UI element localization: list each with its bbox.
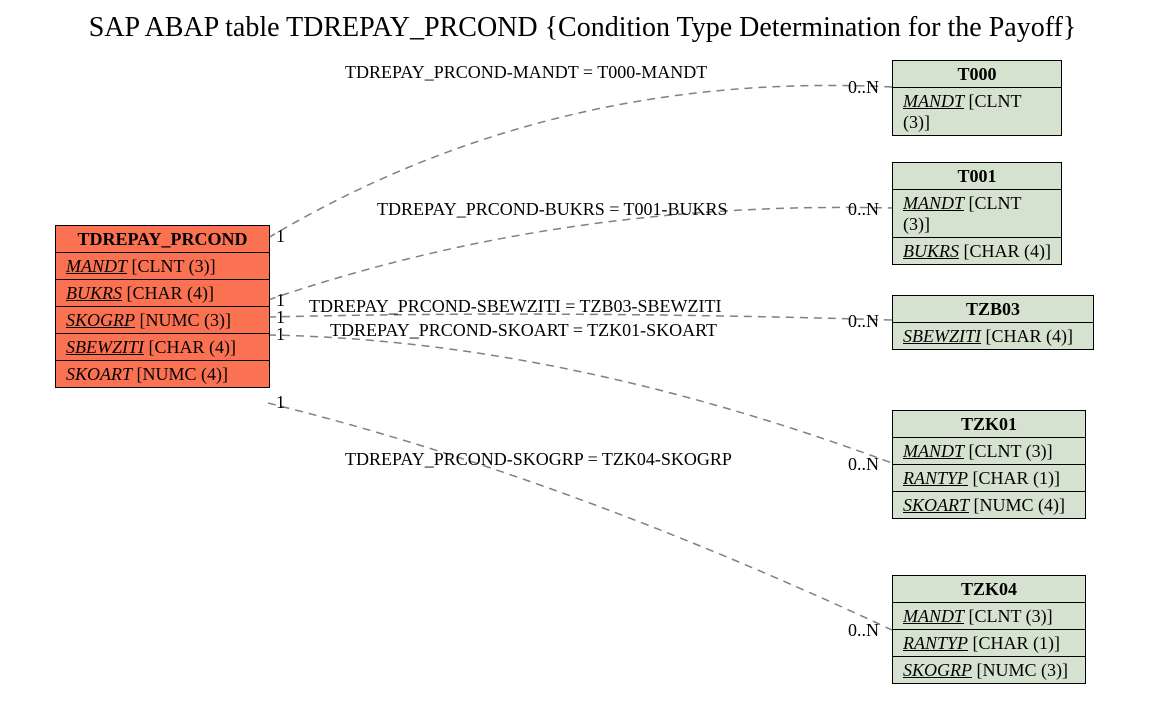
cardinality-right: 0..N bbox=[848, 199, 879, 220]
cardinality-left: 1 bbox=[276, 226, 285, 247]
cardinality-left: 1 bbox=[276, 324, 285, 345]
table-row: RANTYP [CHAR (1)] bbox=[893, 630, 1085, 657]
table-row: BUKRS [CHAR (4)] bbox=[56, 280, 269, 307]
main-table: TDREPAY_PRCOND MANDT [CLNT (3)] BUKRS [C… bbox=[55, 225, 270, 388]
cardinality-right: 0..N bbox=[848, 311, 879, 332]
table-row: MANDT [CLNT (3)] bbox=[56, 253, 269, 280]
table-row: SKOART [NUMC (4)] bbox=[893, 492, 1085, 518]
related-table-t000: T000 MANDT [CLNT (3)] bbox=[892, 60, 1062, 136]
table-row: SKOGRP [NUMC (3)] bbox=[56, 307, 269, 334]
diagram-title: SAP ABAP table TDREPAY_PRCOND {Condition… bbox=[0, 12, 1165, 44]
cardinality-left: 1 bbox=[276, 392, 285, 413]
related-table-name: T000 bbox=[893, 61, 1061, 88]
table-row: SBEWZITI [CHAR (4)] bbox=[56, 334, 269, 361]
table-row: BUKRS [CHAR (4)] bbox=[893, 238, 1061, 264]
relation-label: TDREPAY_PRCOND-SKOART = TZK01-SKOART bbox=[330, 320, 717, 341]
relation-label: TDREPAY_PRCOND-SBEWZITI = TZB03-SBEWZITI bbox=[309, 296, 722, 317]
relation-label: TDREPAY_PRCOND-MANDT = T000-MANDT bbox=[345, 62, 707, 83]
relation-label: TDREPAY_PRCOND-SKOGRP = TZK04-SKOGRP bbox=[345, 449, 732, 470]
related-table-tzk01: TZK01 MANDT [CLNT (3)] RANTYP [CHAR (1)]… bbox=[892, 410, 1086, 519]
related-table-t001: T001 MANDT [CLNT (3)] BUKRS [CHAR (4)] bbox=[892, 162, 1062, 265]
table-row: SBEWZITI [CHAR (4)] bbox=[893, 323, 1093, 349]
related-table-tzb03: TZB03 SBEWZITI [CHAR (4)] bbox=[892, 295, 1094, 350]
table-row: MANDT [CLNT (3)] bbox=[893, 88, 1061, 135]
main-table-name: TDREPAY_PRCOND bbox=[56, 226, 269, 253]
table-row: MANDT [CLNT (3)] bbox=[893, 438, 1085, 465]
table-row: MANDT [CLNT (3)] bbox=[893, 603, 1085, 630]
table-row: SKOART [NUMC (4)] bbox=[56, 361, 269, 387]
table-row: MANDT [CLNT (3)] bbox=[893, 190, 1061, 238]
table-row: RANTYP [CHAR (1)] bbox=[893, 465, 1085, 492]
relation-label: TDREPAY_PRCOND-BUKRS = T001-BUKRS bbox=[377, 199, 728, 220]
related-table-name: TZK01 bbox=[893, 411, 1085, 438]
related-table-name: TZK04 bbox=[893, 576, 1085, 603]
cardinality-right: 0..N bbox=[848, 620, 879, 641]
cardinality-right: 0..N bbox=[848, 77, 879, 98]
table-row: SKOGRP [NUMC (3)] bbox=[893, 657, 1085, 683]
cardinality-right: 0..N bbox=[848, 454, 879, 475]
related-table-name: TZB03 bbox=[893, 296, 1093, 323]
related-table-tzk04: TZK04 MANDT [CLNT (3)] RANTYP [CHAR (1)]… bbox=[892, 575, 1086, 684]
related-table-name: T001 bbox=[893, 163, 1061, 190]
